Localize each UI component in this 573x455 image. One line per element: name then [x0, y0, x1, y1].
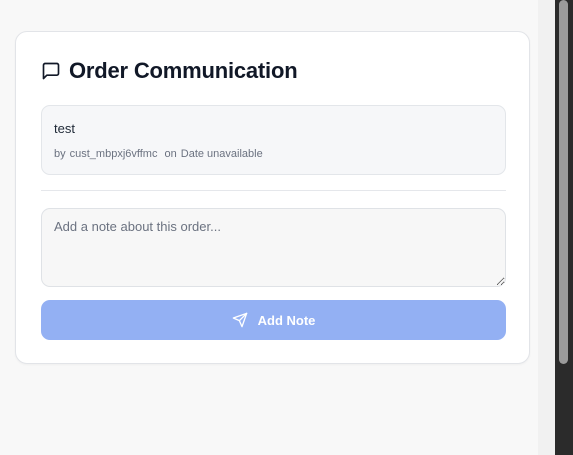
message-square-icon — [41, 61, 61, 81]
note-by-prefix: by — [54, 148, 66, 160]
note-author: cust_mbpxj6vffmc — [69, 148, 158, 160]
note-text: test — [54, 121, 75, 136]
order-communication-card: Order Communication test by cust_mbpxj6vf… — [15, 31, 530, 364]
page: Order Communication test by cust_mbpxj6vf… — [0, 0, 573, 455]
note-item: test by cust_mbpxj6vffmc on Date unavailab… — [41, 105, 506, 175]
right-edge-panel — [538, 0, 555, 455]
add-note-button[interactable]: Add Note — [41, 300, 506, 340]
add-note-label: Add Note — [257, 312, 316, 328]
send-icon — [232, 312, 248, 328]
note-date: Date unavailable — [180, 148, 263, 160]
scrollbar[interactable] — [555, 0, 573, 455]
divider — [41, 190, 506, 191]
note-meta: by cust_mbpxj6vffmc on Date unavailable — [54, 148, 493, 160]
note-on-word: on — [164, 148, 177, 160]
card-title: Order Communication — [69, 58, 298, 83]
note-textarea[interactable] — [41, 208, 506, 287]
card-header: Order Communication — [41, 58, 298, 84]
scrollbar-thumb[interactable] — [559, 0, 568, 364]
